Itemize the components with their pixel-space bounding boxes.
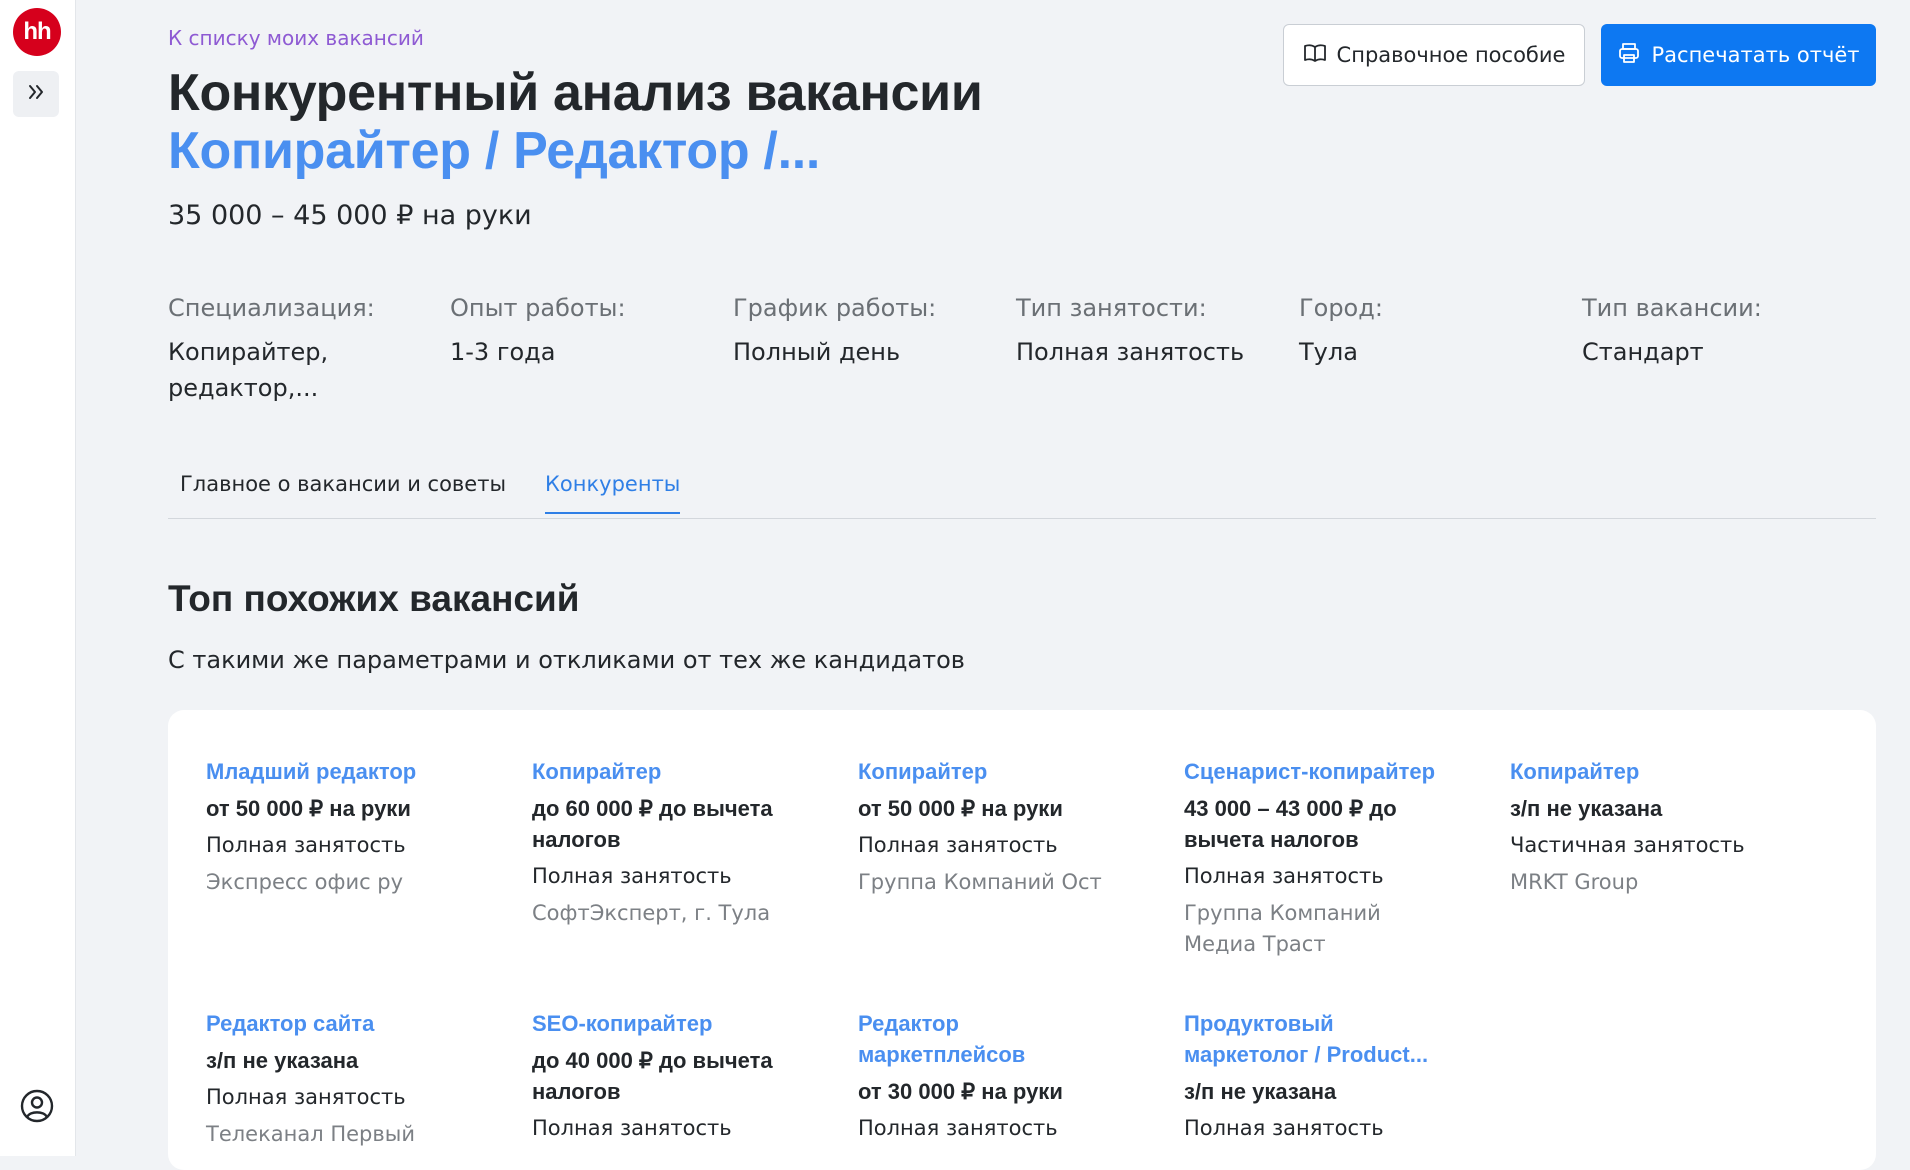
vacancy-employment: Полная занятость — [858, 833, 1058, 857]
vacancy-title-link[interactable]: Младший редактор — [206, 756, 486, 787]
param-value: Стандарт — [1582, 338, 1704, 366]
param-city: Город: Тула — [1299, 290, 1559, 370]
vacancy-card: Продуктовый маркетолог / Product... з/п … — [1184, 1008, 1454, 1144]
vacancy-employment: Полная занятость — [532, 1116, 732, 1140]
vacancy-name-link[interactable]: Копирайтер / Редактор /... — [168, 122, 820, 180]
vacancy-employment: Полная занятость — [206, 1085, 406, 1109]
param-value: Тула — [1299, 338, 1358, 366]
vacancy-salary: от 50 000 ₽ на руки — [206, 796, 411, 821]
tabs: Главное о вакансии и советы Конкуренты — [168, 466, 1876, 519]
section-description: С такими же параметрами и откликами от т… — [168, 646, 965, 674]
vacancy-card: Младший редактор от 50 000 ₽ на руки Пол… — [206, 756, 486, 898]
vacancy-card: Сценарист-копирайтер 43 000 – 43 000 ₽ д… — [1184, 756, 1474, 960]
vacancy-salary: от 30 000 ₽ на руки — [858, 1079, 1063, 1104]
param-vacancy-type: Тип вакансии: Стандарт — [1582, 290, 1842, 370]
tab-competitors[interactable]: Конкуренты — [545, 472, 681, 514]
param-value: 1-3 года — [450, 338, 556, 366]
vacancy-company: Экспресс офис ру — [206, 870, 404, 894]
param-label: Опыт работы: — [450, 294, 626, 322]
param-label: Тип занятости: — [1016, 294, 1207, 322]
vacancy-salary: з/п не указана — [206, 1048, 359, 1073]
vacancy-employment: Полная занятость — [858, 1116, 1058, 1140]
vacancy-salary: до 40 000 ₽ до вычета налогов — [532, 1048, 773, 1104]
vacancy-employment: Полная занятость — [532, 864, 732, 888]
back-to-vacancies-link[interactable]: К списку моих вакансий — [168, 26, 424, 50]
param-label: Город: — [1299, 294, 1383, 322]
vacancy-salary: з/п не указана — [1510, 796, 1663, 821]
help-guide-label: Справочное пособие — [1336, 43, 1566, 67]
param-value: Копирайтер, редактор,... — [168, 338, 329, 402]
user-circle-icon — [19, 1088, 55, 1128]
param-employment-type: Тип занятости: Полная занятость — [1016, 290, 1276, 370]
vacancy-title-link[interactable]: SEO-копирайтер — [532, 1008, 812, 1039]
param-label: Тип вакансии: — [1582, 294, 1762, 322]
vacancy-title-link[interactable]: Копирайтер — [858, 756, 1138, 787]
vacancy-employment: Частичная занятость — [1510, 833, 1745, 857]
vacancy-company: Группа Компаний Ост — [858, 870, 1102, 894]
section-title: Топ похожих вакансий — [168, 578, 580, 619]
similar-vacancies-panel: Младший редактор от 50 000 ₽ на руки Пол… — [168, 710, 1876, 1170]
param-experience: Опыт работы: 1-3 года — [450, 290, 710, 370]
vacancy-card: Копирайтер до 60 000 ₽ до вычета налогов… — [532, 756, 812, 929]
vacancy-company: MRKT Group — [1510, 870, 1639, 894]
print-report-button[interactable]: Распечатать отчёт — [1601, 24, 1876, 86]
param-value: Полный день — [733, 338, 901, 366]
vacancy-card: Редактор сайта з/п не указана Полная зан… — [206, 1008, 486, 1150]
vacancy-employment: Полная занятость — [1184, 1116, 1384, 1140]
vacancy-title-link[interactable]: Продуктовый маркетолог / Product... — [1184, 1008, 1454, 1070]
param-schedule: График работы: Полный день — [733, 290, 993, 370]
vacancy-card: Редактор маркетплейсов от 30 000 ₽ на ру… — [858, 1008, 1063, 1144]
vacancy-title-link[interactable]: Копирайтер — [1510, 756, 1790, 787]
vacancy-title-link[interactable]: Сценарист-копирайтер — [1184, 756, 1474, 787]
vacancy-employment: Полная занятость — [1184, 864, 1384, 888]
vacancy-title-link[interactable]: Редактор маркетплейсов — [858, 1008, 1058, 1070]
vacancy-salary: з/п не указана — [1184, 1079, 1337, 1104]
tab-overview[interactable]: Главное о вакансии и советы — [180, 472, 506, 512]
vacancy-salary: 35 000 – 45 000 ₽ на руки — [168, 200, 532, 231]
vacancy-salary: 43 000 – 43 000 ₽ до вычета налогов — [1184, 796, 1397, 852]
param-label: График работы: — [733, 294, 937, 322]
book-icon — [1303, 41, 1327, 70]
vacancy-salary: от 50 000 ₽ на руки — [858, 796, 1063, 821]
expand-sidebar-button[interactable] — [13, 71, 59, 117]
vacancy-card: Копирайтер от 50 000 ₽ на руки Полная за… — [858, 756, 1138, 898]
account-button[interactable] — [17, 1088, 57, 1128]
param-value: Полная занятость — [1016, 338, 1245, 366]
vacancy-title-link[interactable]: Копирайтер — [532, 756, 812, 787]
vacancy-company: Телеканал Первый — [206, 1122, 415, 1146]
vacancy-card: Копирайтер з/п не указана Частичная заня… — [1510, 756, 1790, 898]
printer-icon — [1617, 41, 1641, 70]
vacancy-employment: Полная занятость — [206, 833, 406, 857]
sidebar: hh — [0, 0, 76, 1156]
param-label: Специализация: — [168, 294, 375, 322]
vacancy-title-link[interactable]: Редактор сайта — [206, 1008, 486, 1039]
param-specialization: Специализация: Копирайтер, редактор,... — [168, 290, 428, 406]
chevron-double-right-icon — [25, 81, 47, 107]
hh-logo[interactable]: hh — [13, 8, 61, 56]
page-title: Конкурентный анализ вакансии — [168, 64, 983, 122]
vacancy-company: СофтЭксперт, г. Тула — [532, 901, 771, 925]
vacancy-company: Группа Компаний Медиа Траст — [1184, 901, 1381, 956]
help-guide-button[interactable]: Справочное пособие — [1283, 24, 1585, 86]
vacancy-card: SEO-копирайтер до 40 000 ₽ до вычета нал… — [532, 1008, 812, 1144]
print-report-label: Распечатать отчёт — [1651, 43, 1860, 67]
vacancy-salary: до 60 000 ₽ до вычета налогов — [532, 796, 773, 852]
